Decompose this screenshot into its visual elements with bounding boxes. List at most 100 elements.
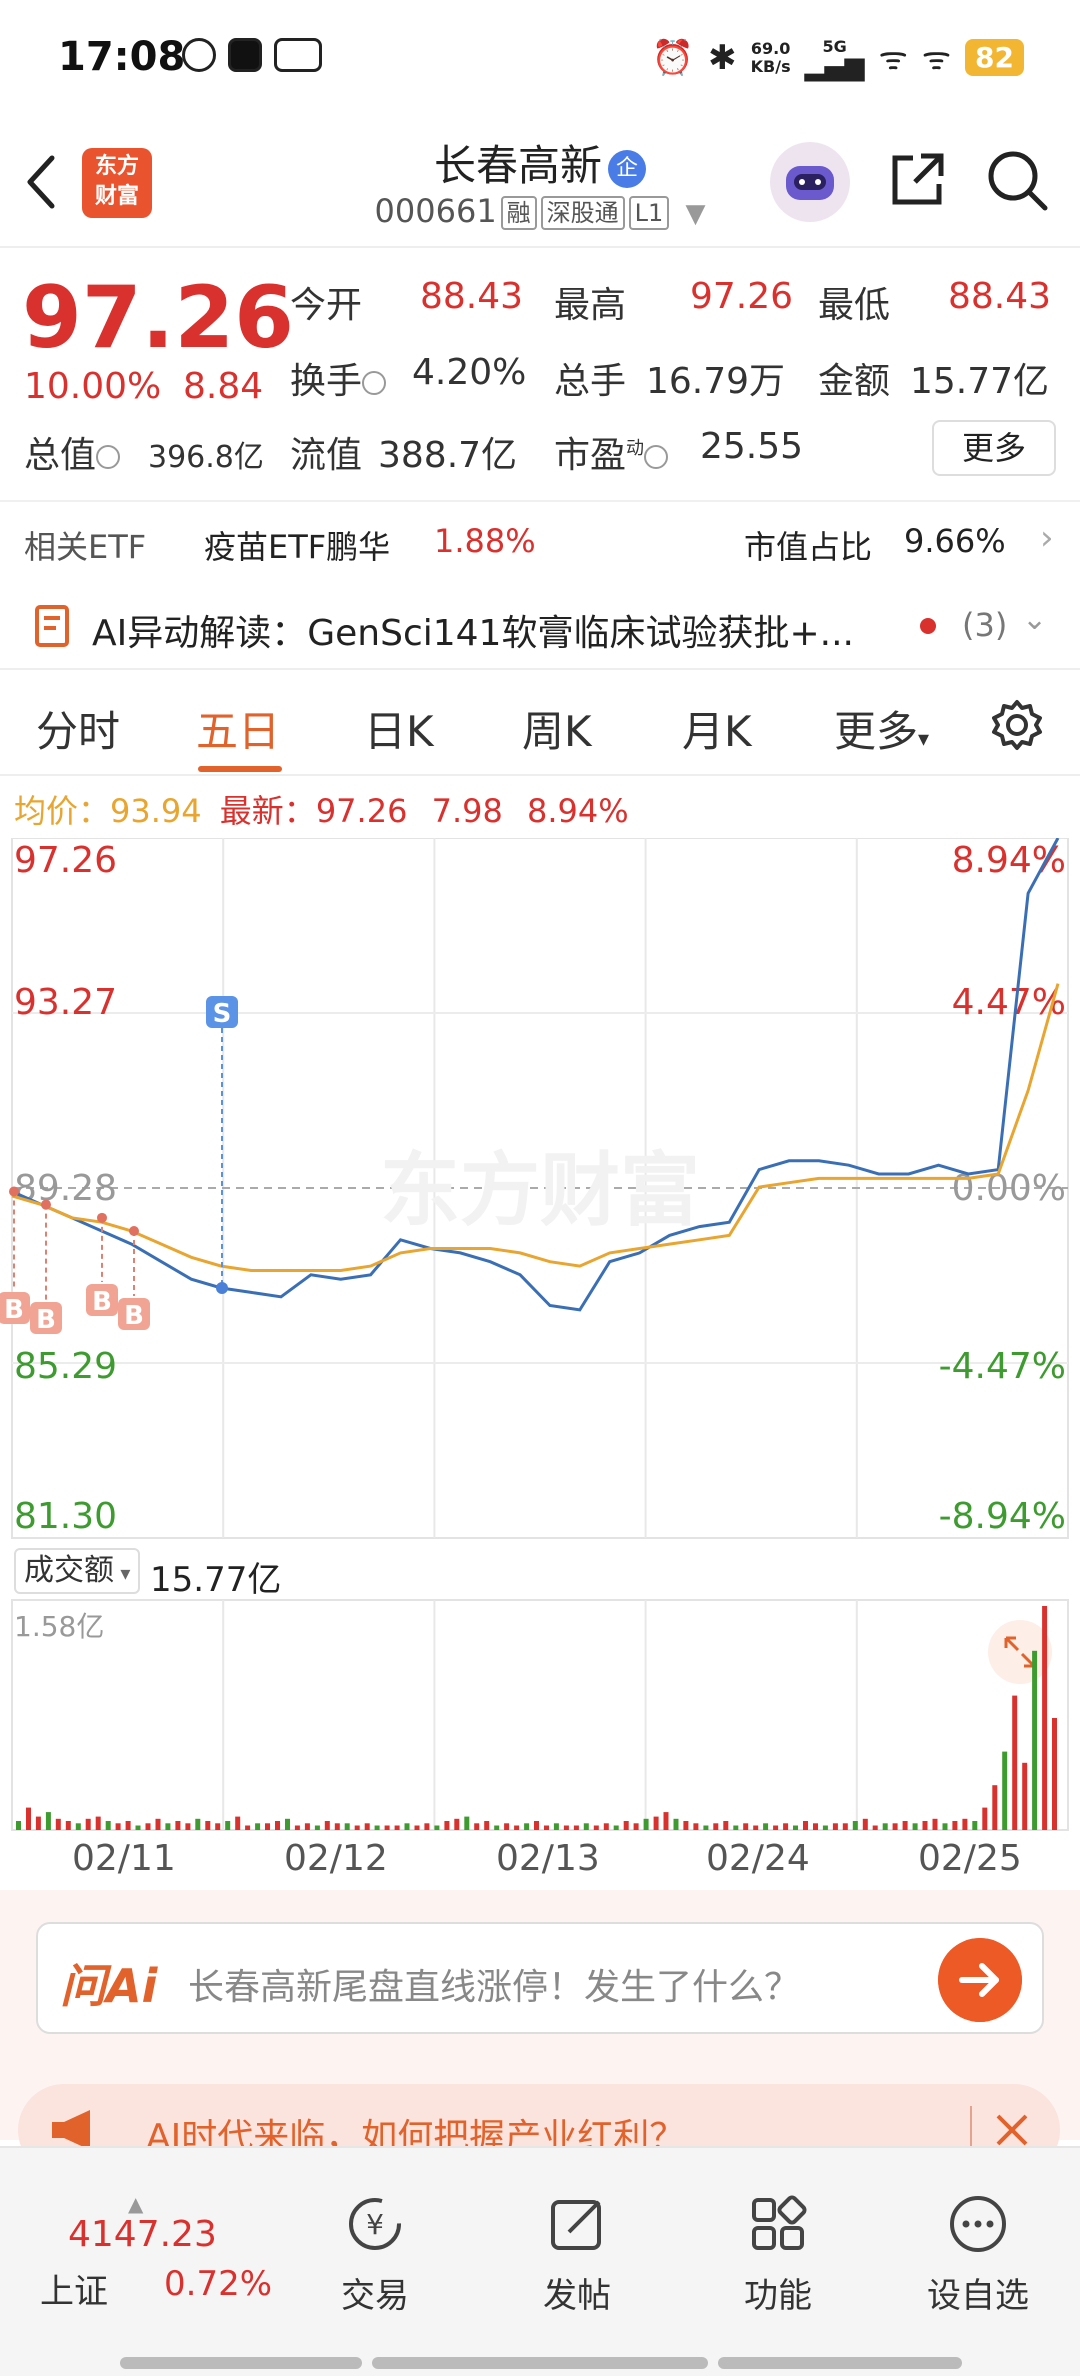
nav-trade[interactable]: ¥ 交易 — [305, 2192, 445, 2317]
volume-bar — [683, 1821, 689, 1830]
volume-bar — [882, 1823, 888, 1830]
volume-bar — [783, 1823, 789, 1830]
etf-pct: 1.88% — [434, 522, 536, 560]
volume-bar — [603, 1823, 609, 1830]
volume-bar — [693, 1823, 699, 1830]
volume-bar — [1042, 1606, 1048, 1830]
volume-bar — [553, 1823, 559, 1830]
tab-intraday[interactable]: 分时 — [36, 698, 120, 759]
volume-bar — [185, 1823, 191, 1830]
index-pct[interactable]: 0.72% — [164, 2264, 272, 2304]
buy-marker-dot — [41, 1199, 51, 1210]
volume-bar — [195, 1818, 201, 1830]
volume-bar — [573, 1825, 579, 1830]
volume-label: 总手 — [554, 361, 627, 402]
volume-bar — [713, 1823, 719, 1830]
volume-bar — [962, 1818, 968, 1830]
more-quote-button[interactable]: 更多 — [932, 420, 1056, 476]
nav-add-watchlist[interactable]: 设自选 — [908, 2192, 1048, 2317]
info-icon[interactable] — [96, 445, 121, 469]
tab-more[interactable]: 更多▾ — [834, 698, 929, 759]
volume-bar — [753, 1825, 759, 1830]
y-axis-label-left: 97.26 — [14, 840, 117, 881]
chart-info-row: 均价：93.94 最新：97.26 7.98 8.94% — [14, 792, 629, 830]
volume-bar — [514, 1825, 520, 1830]
buy-marker-label: B — [4, 1295, 24, 1325]
volume-bar — [643, 1818, 649, 1830]
volume-bar — [613, 1825, 619, 1830]
watermark: 东方财富 — [380, 1144, 700, 1237]
five-day-chart[interactable]: 东方财富97.2693.2789.2885.2981.308.94%4.47%0… — [0, 838, 1080, 1888]
gesture-bar — [120, 2357, 362, 2369]
volume-bar — [474, 1823, 480, 1830]
ai-news-row[interactable]: AI异动解读：GenSci141软膏临床试验获批+... (3) ⌄ — [0, 580, 1080, 670]
volume-bar — [733, 1825, 739, 1830]
volume-bar — [95, 1816, 101, 1830]
settings-gear-icon[interactable] — [990, 698, 1044, 752]
volume-selector[interactable]: 成交额 ▾ — [14, 1548, 141, 1594]
tab-weekly-k[interactable]: 周K — [522, 698, 592, 759]
ask-ai-box[interactable]: 问Ai 长春高新尾盘直线涨停！发生了什么？ — [36, 1922, 1044, 2034]
nav-post[interactable]: 发帖 — [507, 2192, 647, 2317]
y-axis-label-left: 85.29 — [14, 1346, 117, 1387]
bluetooth-icon: ✱ — [708, 37, 737, 78]
tiktok-icon — [228, 38, 262, 72]
buy-marker-label: B — [124, 1301, 144, 1331]
change-amount: 8.84 — [183, 366, 264, 407]
volume-bar — [842, 1823, 848, 1830]
pe-value: 25.55 — [700, 426, 804, 467]
nav-functions[interactable]: 功能 — [708, 2192, 848, 2317]
volume-bar — [414, 1825, 420, 1830]
gesture-bar — [718, 2357, 962, 2369]
index-name[interactable]: 上证 — [40, 2264, 108, 2313]
date-label: 02/12 — [284, 1838, 388, 1879]
volume-bar — [862, 1818, 868, 1830]
related-etf-row[interactable]: 相关ETF 疫苗ETF鹏华 1.88% 市值占比 9.66% › — [0, 500, 1080, 580]
volume-bar — [703, 1825, 709, 1830]
volume-bar — [563, 1825, 569, 1830]
ai-assistant-icon[interactable] — [770, 142, 850, 222]
volume-bar — [85, 1818, 91, 1830]
buy-marker-dot — [9, 1186, 19, 1197]
tag-level: L1 — [628, 196, 670, 230]
y-axis-label-left: 81.30 — [14, 1496, 117, 1537]
tab-daily-k[interactable]: 日K — [364, 698, 434, 759]
tab-monthly-k[interactable]: 月K — [682, 698, 752, 759]
volume-bar — [892, 1823, 898, 1830]
volume-total: 15.77亿 — [150, 1560, 282, 1600]
volume-bar — [1012, 1695, 1018, 1830]
volume-bar — [165, 1823, 171, 1830]
volume-bar — [723, 1821, 729, 1830]
volume-bar — [444, 1821, 450, 1830]
iqiyi-icon — [274, 38, 322, 72]
enterprise-badge: 企 — [608, 149, 646, 188]
info-icon[interactable] — [644, 445, 669, 469]
volume-bar — [265, 1823, 270, 1830]
volume-bar — [75, 1823, 81, 1830]
index-value[interactable]: 4147.23 — [68, 2214, 217, 2255]
volume-bar — [394, 1825, 400, 1830]
y-axis-label-right: -4.47% — [939, 1346, 1066, 1387]
info-icon[interactable] — [362, 371, 387, 395]
buy-marker-label: B — [36, 1305, 56, 1335]
edit-icon — [551, 2200, 601, 2250]
y-axis-label-right: -8.94% — [939, 1496, 1066, 1537]
volume-bar — [424, 1823, 430, 1830]
current-price: 97.26 — [22, 268, 295, 368]
high-label: 最高 — [554, 285, 627, 326]
etf-ratio: 9.66% — [904, 522, 1006, 560]
chevron-down-icon[interactable]: ⌄ — [1022, 602, 1047, 637]
high-value: 97.26 — [690, 276, 794, 317]
search-icon[interactable] — [985, 148, 1049, 212]
tab-five-day[interactable]: 五日 — [196, 698, 280, 759]
volume-bar — [374, 1825, 380, 1830]
status-time: 17:08 — [58, 34, 186, 80]
close-icon[interactable] — [994, 2112, 1030, 2148]
volume-bar — [494, 1825, 500, 1830]
share-icon[interactable] — [885, 148, 949, 212]
mcap-value: 396.8亿 — [148, 440, 264, 475]
volume-bar — [484, 1821, 490, 1830]
arrow-right-icon[interactable] — [938, 1938, 1022, 2022]
volume-bar — [35, 1816, 41, 1830]
y-axis-label-left: 93.27 — [14, 982, 117, 1023]
